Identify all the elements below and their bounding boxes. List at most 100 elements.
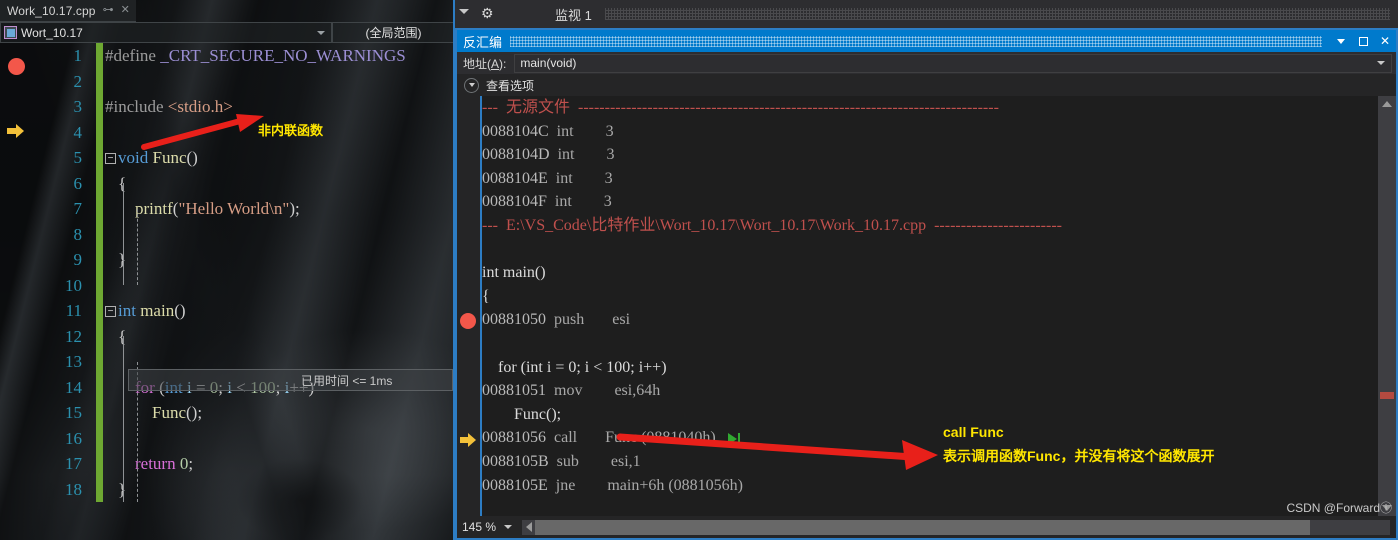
watermark: CSDN @Forwardⓘ: [1286, 501, 1392, 515]
chevron-down-icon[interactable]: [464, 77, 479, 93]
line-number: 9: [73, 250, 83, 269]
indent-guide: [137, 209, 138, 285]
editor-nav-bar: Wort_10.17 (全局范围): [0, 22, 455, 43]
code-line-15: Func();: [118, 403, 203, 422]
code-line-7: printf("Hello World\n");: [118, 199, 300, 218]
view-options-row[interactable]: 查看选项: [457, 74, 1396, 96]
disassembly-vertical-scrollbar[interactable]: [1378, 96, 1396, 516]
disassembly-text[interactable]: --- 无源文件 -------------------------------…: [482, 96, 1378, 516]
disasm-line-blank: [482, 238, 1378, 262]
annotation-label-non-inline: 非内联函数: [258, 123, 324, 138]
address-bar: 地址(A): main(void): [457, 52, 1396, 74]
chevron-down-icon[interactable]: [317, 30, 325, 35]
code-line-9: }: [105, 247, 451, 273]
collapse-toggle-func[interactable]: −: [105, 152, 116, 164]
line-number: 11: [65, 301, 82, 320]
pin-icon[interactable]: ⊶: [103, 5, 114, 16]
chevron-down-icon: [1337, 38, 1345, 44]
line-number: 4: [73, 122, 83, 142]
breakpoint-marker[interactable]: [460, 313, 476, 329]
annotation-label-call-func-desc: 表示调用函数Func，并没有将这个函数展开: [943, 448, 1215, 464]
disasm-line-no-source: --- 无源文件 -------------------------------…: [482, 99, 999, 116]
address-label: 地址(A):: [463, 56, 507, 71]
window-close-button[interactable]: ✕: [1374, 30, 1396, 52]
brace-guide: [123, 336, 124, 502]
window-restore-button[interactable]: [1352, 30, 1374, 52]
line-number-gutter: 1 2 3 4 5 6 7 8 9 10 11 12 13 14 15 16 1…: [36, 43, 92, 540]
disasm-line-blank: [482, 332, 1378, 356]
disassembly-window: 反汇编 ✕ 地址(A): main(void) 查看选项 --- 无源文件 --…: [455, 28, 1398, 540]
scroll-up-button[interactable]: [1378, 96, 1396, 112]
editor-tab-strip: Work_10.17.cpp ⊶ ✕: [0, 0, 455, 22]
disasm-line: 0088104F int 3: [482, 193, 612, 211]
line-number: 2: [73, 71, 83, 91]
code-line-12: {: [105, 324, 451, 350]
address-combobox[interactable]: main(void): [514, 53, 1392, 73]
code-line-6: {: [105, 171, 451, 197]
title-hatch-pattern: [605, 8, 1390, 20]
run-to-cursor-icon[interactable]: [727, 432, 744, 445]
line-number: 14: [65, 377, 82, 397]
app-window: Work_10.17.cpp ⊶ ✕ Wort_10.17 (全局范围) 1 2…: [0, 0, 1398, 540]
disasm-line: 0088104E int 3: [482, 169, 613, 187]
title-hatch-pattern: [510, 35, 1322, 47]
restore-icon: [1358, 36, 1368, 46]
scroll-left-button[interactable]: [522, 520, 535, 535]
window-dropdown-button[interactable]: [1330, 30, 1352, 52]
disasm-line-sub: 0088105B sub esi,1: [482, 452, 641, 470]
gear-icon[interactable]: ⚙: [481, 5, 494, 21]
current-statement-arrow: [7, 124, 25, 140]
annotation-label-call-func: call Func: [943, 424, 1004, 440]
chevron-down-icon[interactable]: [504, 525, 513, 529]
tab-work-10-17-cpp[interactable]: Work_10.17.cpp ⊶ ✕: [0, 0, 136, 22]
line-number: 18: [65, 479, 82, 499]
disasm-line-source-path: --- E:\VS_Code\比特作业\Wort_10.17\Wort_10.1…: [482, 216, 1062, 234]
disasm-line-source: int main(): [482, 264, 546, 282]
elapsed-time-adornment[interactable]: 已用时间 <= 1ms: [128, 369, 453, 391]
line-number: 13: [65, 352, 82, 371]
disasm-line-source: {: [482, 287, 490, 305]
disassembly-listing[interactable]: --- 无源文件 -------------------------------…: [457, 96, 1396, 516]
scope-dropdown-value: (全局范围): [365, 26, 422, 40]
line-number: 12: [65, 326, 82, 346]
scrollbar-annotation-mark: [1380, 392, 1394, 399]
line-number: 3: [73, 97, 83, 116]
scrollbar-thumb[interactable]: [535, 519, 1311, 535]
disassembly-glyph-margin[interactable]: [457, 96, 480, 516]
tab-label: Work_10.17.cpp: [7, 3, 96, 18]
close-icon[interactable]: ✕: [121, 5, 130, 16]
disasm-line-source-func: Func();: [482, 405, 562, 423]
glyph-margin[interactable]: [0, 43, 36, 540]
watch-panel-title: 监视 1: [555, 8, 592, 23]
project-dropdown[interactable]: Wort_10.17: [0, 22, 332, 43]
chevron-down-icon[interactable]: [459, 9, 469, 14]
view-options-label: 查看选项: [486, 78, 535, 93]
disasm-line: 0088104C int 3: [482, 122, 614, 140]
line-number: 8: [73, 224, 83, 244]
code-editor-pane: Work_10.17.cpp ⊶ ✕ Wort_10.17 (全局范围) 1 2…: [0, 0, 455, 540]
breakpoint-marker[interactable]: [8, 58, 25, 75]
line-number: 6: [73, 173, 83, 193]
chevron-down-icon[interactable]: [1377, 61, 1385, 65]
editor-right-edge: [453, 0, 455, 540]
project-dropdown-value: Wort_10.17: [21, 25, 83, 40]
scope-dropdown[interactable]: (全局范围): [332, 22, 455, 43]
disasm-line-source-for: for (int i = 0; i < 100; i++): [482, 358, 667, 376]
disassembly-title-label: 反汇编: [463, 34, 503, 50]
brace-guide: [123, 183, 124, 285]
zoom-level-value[interactable]: 145 %: [457, 520, 496, 534]
line-number: 15: [65, 403, 82, 422]
line-number: 17: [65, 454, 82, 473]
disassembly-status-bar: 145 %: [457, 516, 1396, 538]
line-number: 7: [73, 199, 83, 218]
address-value: main(void): [520, 56, 577, 70]
disassembly-title-bar[interactable]: 反汇编 ✕: [457, 30, 1396, 52]
code-line-18: }: [105, 477, 451, 503]
change-track-margin: [96, 43, 103, 540]
collapse-toggle-main[interactable]: −: [105, 305, 116, 317]
horizontal-scrollbar[interactable]: [522, 519, 1390, 535]
